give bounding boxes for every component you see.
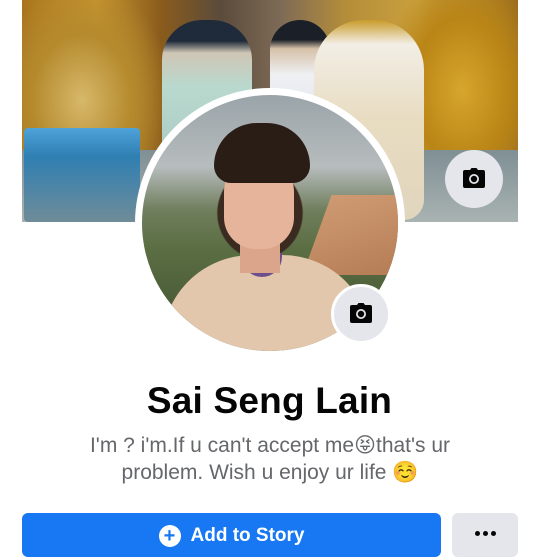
add-to-story-button[interactable]: + Add to Story xyxy=(22,513,441,557)
profile-bio: I'm ? i'm.If u can't accept me😝that's ur… xyxy=(60,432,480,486)
bio-line-2: problem. Wish u enjoy ur life ☺️ xyxy=(121,461,419,484)
more-options-button[interactable] xyxy=(452,513,518,557)
plus-circle-icon: + xyxy=(158,525,181,547)
more-dots-icon xyxy=(474,531,496,536)
avatar-hair xyxy=(214,123,310,183)
edit-cover-photo-button[interactable] xyxy=(445,150,503,208)
cover-blue-chest xyxy=(24,128,140,222)
profile-name: Sai Seng Lain xyxy=(146,380,393,421)
bio-line-1: I'm ? i'm.If u can't accept me😝that's ur xyxy=(89,434,451,457)
camera-icon xyxy=(462,167,486,192)
camera-icon xyxy=(349,302,373,327)
edit-profile-picture-button[interactable] xyxy=(331,284,391,344)
add-to-story-label: Add to Story xyxy=(190,525,305,546)
